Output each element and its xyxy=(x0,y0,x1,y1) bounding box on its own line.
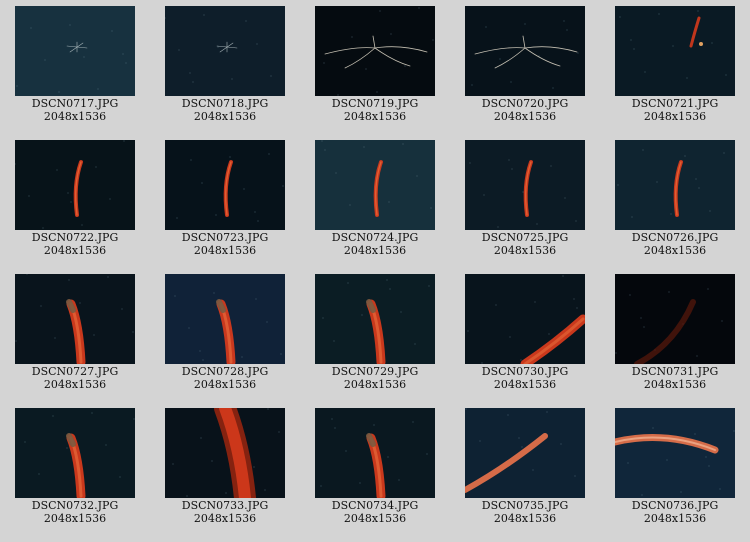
thumbnail-image[interactable] xyxy=(165,6,285,96)
thumbnail-dimensions: 2048x1536 xyxy=(493,244,557,257)
thumbnail-filename[interactable]: DSCN0725.JPG xyxy=(465,231,585,244)
thumbnail-item[interactable]: DSCN0726.JPG 2048x1536 xyxy=(615,140,735,257)
thumbnail-item[interactable]: DSCN0733.JPG 2048x1536 xyxy=(165,408,285,525)
thumbnail-filename[interactable]: DSCN0732.JPG xyxy=(15,499,135,512)
thumbnail-dimensions: 2048x1536 xyxy=(193,378,257,391)
thumbnail-item[interactable]: DSCN0734.JPG 2048x1536 xyxy=(315,408,435,525)
thumbnail-image[interactable] xyxy=(15,408,135,498)
thumbnail-image[interactable] xyxy=(165,408,285,498)
thumbnail-filename[interactable]: DSCN0729.JPG xyxy=(315,365,435,378)
thumbnail-dimensions: 2048x1536 xyxy=(193,244,257,257)
thumbnail-dimensions: 2048x1536 xyxy=(493,378,557,391)
thumbnail-filename[interactable]: DSCN0721.JPG xyxy=(615,97,735,110)
thumbnail-dimensions: 2048x1536 xyxy=(343,110,407,123)
thumbnail-image[interactable] xyxy=(15,274,135,364)
thumbnail-dimensions: 2048x1536 xyxy=(493,110,557,123)
thumbnail-item[interactable]: DSCN0730.JPG 2048x1536 xyxy=(465,274,585,391)
thumbnail-dimensions: 2048x1536 xyxy=(43,378,107,391)
thumbnail-dimensions: 2048x1536 xyxy=(493,512,557,525)
thumbnail-image[interactable] xyxy=(165,140,285,230)
thumbnail-item[interactable]: DSCN0717.JPG 2048x1536 xyxy=(15,6,135,123)
thumbnail-item[interactable]: DSCN0729.JPG 2048x1536 xyxy=(315,274,435,391)
thumbnail-dimensions: 2048x1536 xyxy=(643,378,707,391)
thumbnail-dimensions: 2048x1536 xyxy=(43,110,107,123)
thumbnail-image[interactable] xyxy=(465,140,585,230)
thumbnail-image[interactable] xyxy=(615,408,735,498)
thumbnail-item[interactable]: DSCN0731.JPG 2048x1536 xyxy=(615,274,735,391)
thumbnail-image[interactable] xyxy=(15,140,135,230)
thumbnail-dimensions: 2048x1536 xyxy=(343,512,407,525)
thumbnail-item[interactable]: DSCN0718.JPG 2048x1536 xyxy=(165,6,285,123)
thumbnail-dimensions: 2048x1536 xyxy=(343,244,407,257)
thumbnail-filename[interactable]: DSCN0720.JPG xyxy=(465,97,585,110)
thumbnail-image[interactable] xyxy=(165,274,285,364)
thumbnail-image[interactable] xyxy=(615,274,735,364)
thumbnail-item[interactable]: DSCN0723.JPG 2048x1536 xyxy=(165,140,285,257)
thumbnail-dimensions: 2048x1536 xyxy=(43,244,107,257)
thumbnail-item[interactable]: DSCN0721.JPG 2048x1536 xyxy=(615,6,735,123)
thumbnail-image[interactable] xyxy=(315,408,435,498)
thumbnail-filename[interactable]: DSCN0734.JPG xyxy=(315,499,435,512)
thumbnail-item[interactable]: DSCN0722.JPG 2048x1536 xyxy=(15,140,135,257)
thumbnail-filename[interactable]: DSCN0733.JPG xyxy=(165,499,285,512)
thumbnail-image[interactable] xyxy=(315,274,435,364)
thumbnail-filename[interactable]: DSCN0719.JPG xyxy=(315,97,435,110)
thumbnail-filename[interactable]: DSCN0731.JPG xyxy=(615,365,735,378)
thumbnail-item[interactable]: DSCN0732.JPG 2048x1536 xyxy=(15,408,135,525)
thumbnail-filename[interactable]: DSCN0726.JPG xyxy=(615,231,735,244)
thumbnail-grid: DSCN0717.JPG 2048x1536 DSCN0718.JPG 2048x15… xyxy=(0,0,750,542)
thumbnail-item[interactable]: DSCN0724.JPG 2048x1536 xyxy=(315,140,435,257)
thumbnail-image[interactable] xyxy=(315,140,435,230)
thumbnail-filename[interactable]: DSCN0728.JPG xyxy=(165,365,285,378)
thumbnail-filename[interactable]: DSCN0723.JPG xyxy=(165,231,285,244)
thumbnail-item[interactable]: DSCN0720.JPG 2048x1536 xyxy=(465,6,585,123)
thumbnail-filename[interactable]: DSCN0724.JPG xyxy=(315,231,435,244)
thumbnail-dimensions: 2048x1536 xyxy=(643,110,707,123)
thumbnail-item[interactable]: DSCN0736.JPG 2048x1536 xyxy=(615,408,735,525)
thumbnail-item[interactable]: DSCN0735.JPG 2048x1536 xyxy=(465,408,585,525)
thumbnail-filename[interactable]: DSCN0722.JPG xyxy=(15,231,135,244)
thumbnail-filename[interactable]: DSCN0727.JPG xyxy=(15,365,135,378)
thumbnail-dimensions: 2048x1536 xyxy=(193,512,257,525)
thumbnail-item[interactable]: DSCN0728.JPG 2048x1536 xyxy=(165,274,285,391)
thumbnail-dimensions: 2048x1536 xyxy=(643,512,707,525)
thumbnail-item[interactable]: DSCN0719.JPG 2048x1536 xyxy=(315,6,435,123)
thumbnail-image[interactable] xyxy=(615,140,735,230)
thumbnail-image[interactable] xyxy=(615,6,735,96)
thumbnail-image[interactable] xyxy=(15,6,135,96)
thumbnail-filename[interactable]: DSCN0736.JPG xyxy=(615,499,735,512)
thumbnail-dimensions: 2048x1536 xyxy=(343,378,407,391)
thumbnail-dimensions: 2048x1536 xyxy=(43,512,107,525)
thumbnail-filename[interactable]: DSCN0730.JPG xyxy=(465,365,585,378)
thumbnail-filename[interactable]: DSCN0717.JPG xyxy=(15,97,135,110)
thumbnail-image[interactable] xyxy=(465,408,585,498)
thumbnail-filename[interactable]: DSCN0735.JPG xyxy=(465,499,585,512)
thumbnail-item[interactable]: DSCN0725.JPG 2048x1536 xyxy=(465,140,585,257)
thumbnail-image[interactable] xyxy=(315,6,435,96)
thumbnail-dimensions: 2048x1536 xyxy=(643,244,707,257)
thumbnail-dimensions: 2048x1536 xyxy=(193,110,257,123)
thumbnail-item[interactable]: DSCN0727.JPG 2048x1536 xyxy=(15,274,135,391)
thumbnail-filename[interactable]: DSCN0718.JPG xyxy=(165,97,285,110)
thumbnail-image[interactable] xyxy=(465,274,585,364)
thumbnail-image[interactable] xyxy=(465,6,585,96)
